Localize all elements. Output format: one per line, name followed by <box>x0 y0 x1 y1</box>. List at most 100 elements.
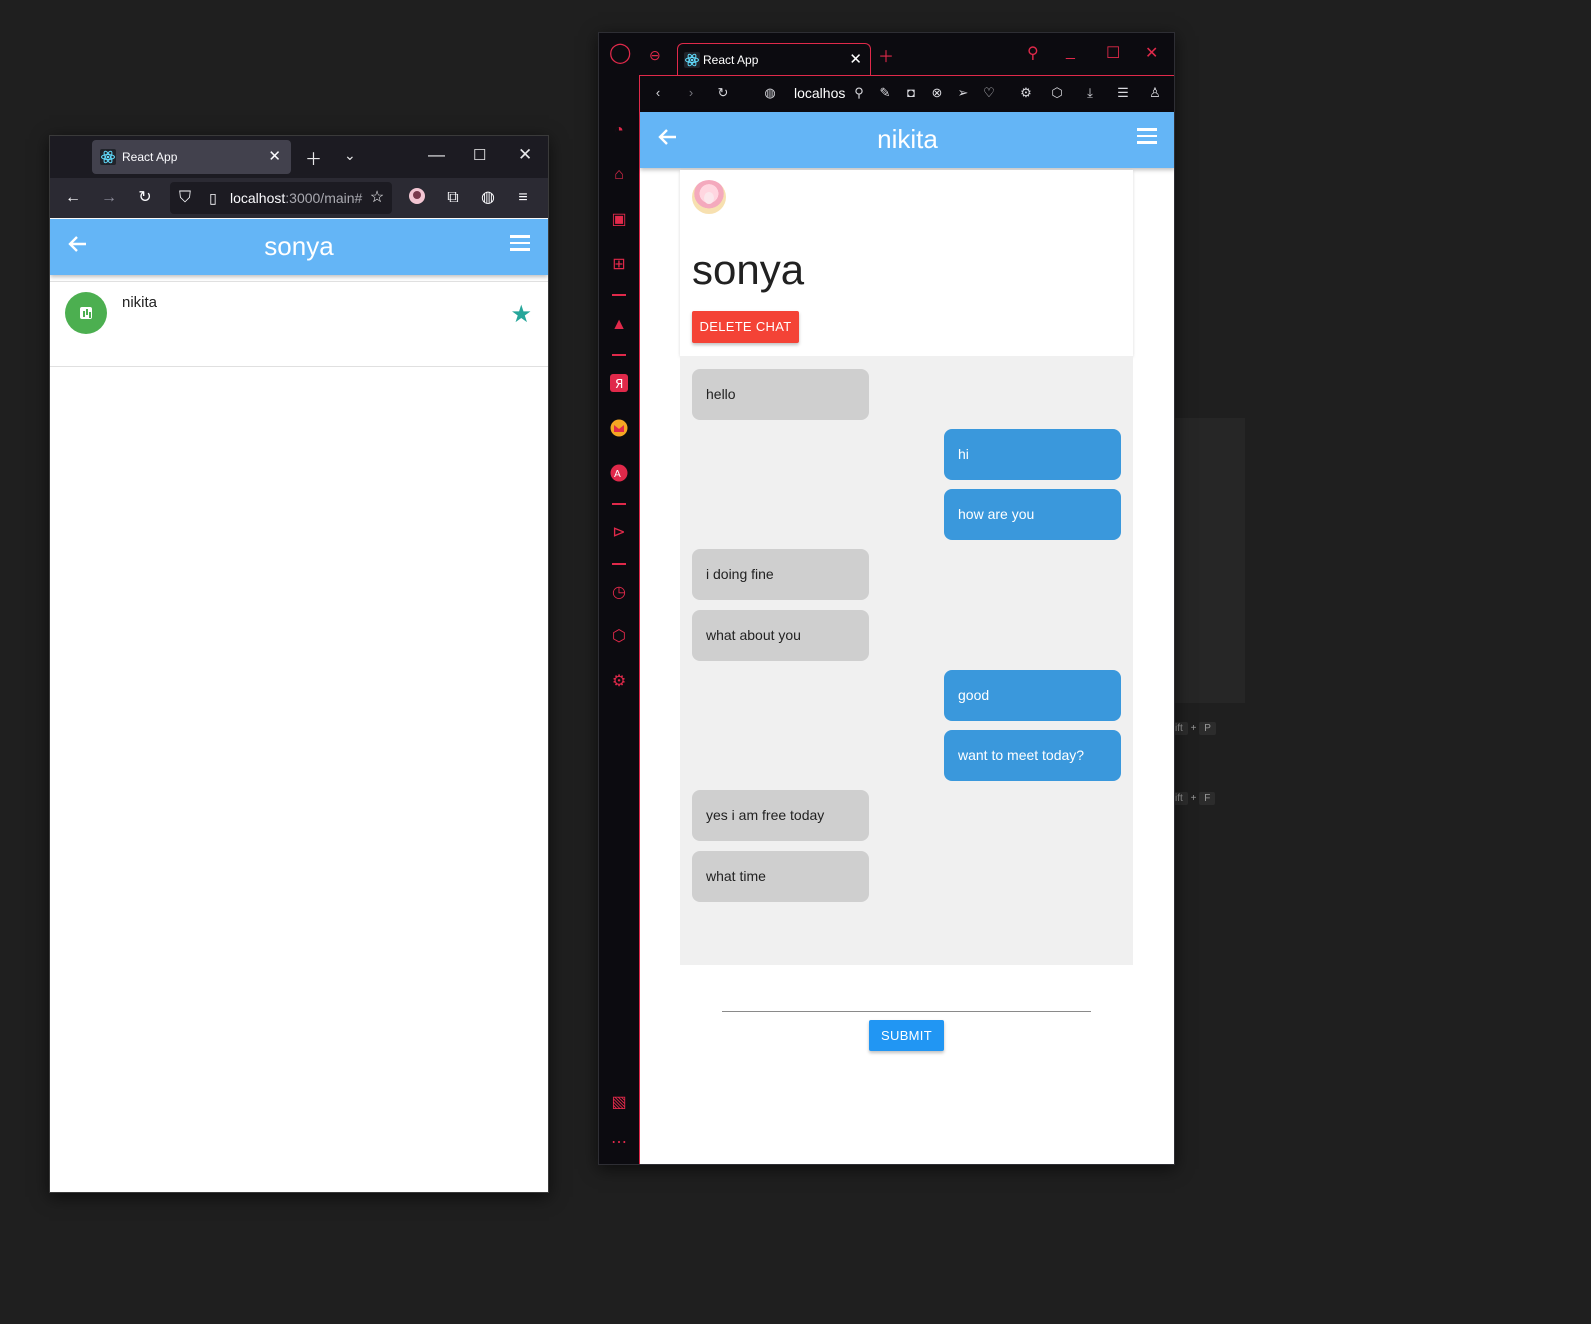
close-tab-icon[interactable]: ✕ <box>268 147 281 165</box>
zoom-icon[interactable]: ⚲ <box>850 84 868 102</box>
reload-icon[interactable]: ↻ <box>714 84 732 102</box>
url-bar[interactable]: ⛉ ▯ localhost:3000/main# ☆ <box>170 182 392 214</box>
contact-name: nikita <box>122 294 158 311</box>
menu-icon[interactable] <box>1137 128 1157 144</box>
gx-game-icon[interactable]: ⊖ <box>649 47 661 64</box>
react-icon <box>684 52 700 68</box>
forward-icon[interactable]: › <box>682 84 700 102</box>
translate-icon[interactable]: A <box>609 464 629 484</box>
speed-dial-icon[interactable]: ◔ <box>609 121 629 141</box>
hamburger-menu-icon[interactable]: ≡ <box>512 187 534 209</box>
star-bookmark-icon[interactable]: ☆ <box>366 187 388 209</box>
new-tab-icon[interactable]: ＋ <box>305 145 322 170</box>
close-tab-icon[interactable]: ✕ <box>849 50 862 68</box>
camera-icon[interactable]: ◘ <box>902 84 920 102</box>
opera-tab[interactable]: React App ✕ <box>677 43 871 76</box>
maximize-icon[interactable]: ☐ <box>473 146 486 164</box>
history-clock-icon[interactable]: ◷ <box>609 583 629 603</box>
new-tab-icon[interactable]: ＋ <box>878 43 894 67</box>
opera-logo-icon[interactable]: ◯ <box>609 43 631 63</box>
sidebar-divider <box>612 294 626 296</box>
vpn-icon[interactable]: ⚙ <box>1017 84 1035 102</box>
firefox-tab[interactable]: React App ✕ <box>92 140 291 174</box>
profile-avatar-icon[interactable] <box>406 187 428 209</box>
player-icon[interactable]: ⊳ <box>609 523 629 543</box>
menu-icon[interactable] <box>510 235 530 251</box>
chat-user-name: sonya <box>692 246 805 293</box>
firefox-titlebar: React App ✕ ＋ ⌄ — ☐ ✕ <box>50 136 548 178</box>
cube-icon[interactable]: ⬡ <box>609 627 629 647</box>
contact-list-item[interactable]: nikita ★ <box>50 281 548 367</box>
sidebar-divider <box>612 563 626 565</box>
avatar <box>692 180 726 214</box>
close-window-icon[interactable]: ✕ <box>518 145 532 165</box>
message-outgoing: hi <box>944 429 1121 480</box>
twitch-icon[interactable]: ▣ <box>609 210 629 230</box>
message-list: hello hi how are you i doing fine what a… <box>680 356 1133 965</box>
page-icon: ▯ <box>209 190 217 206</box>
favorite-star-icon[interactable]: ★ <box>510 300 532 329</box>
heart-icon[interactable]: ♡ <box>980 84 998 102</box>
message-incoming: i doing fine <box>692 549 869 600</box>
svg-text:Я: Я <box>615 377 623 391</box>
globe-icon[interactable]: ◍ <box>761 84 779 102</box>
yandex-icon[interactable]: Я <box>609 374 629 394</box>
firefox-toolbar: ← → ↻ ⛉ ▯ localhost:3000/main# ☆ ⧉ ◍ ≡ <box>50 178 548 218</box>
shopping-icon[interactable]: ⌂ <box>609 165 629 185</box>
easy-setup-icon[interactable]: ☰ <box>1114 84 1132 102</box>
back-icon[interactable]: ← <box>62 187 84 209</box>
url-text: localhost:3000/main# <box>230 190 363 206</box>
forward-icon[interactable]: → <box>98 187 120 209</box>
url-text[interactable]: localhos <box>794 85 845 101</box>
adblock-icon[interactable]: ⊗ <box>928 84 946 102</box>
send-icon[interactable]: ➢ <box>954 84 972 102</box>
delete-chat-button[interactable]: DELETE CHAT <box>692 311 799 343</box>
extensions-icon[interactable]: ⧉ <box>442 187 464 209</box>
shortcut-hint-2: ift + F <box>1170 792 1216 805</box>
chart-icon <box>80 307 92 319</box>
sidebar-divider <box>612 354 626 356</box>
settings-gear-icon[interactable]: ⚙ <box>609 672 629 692</box>
submit-button[interactable]: SUBMIT <box>869 1020 944 1051</box>
sidebar-divider <box>612 503 626 505</box>
react-icon <box>100 149 116 165</box>
svg-text:A: A <box>614 469 621 480</box>
avatar <box>65 292 107 334</box>
app-title: nikita <box>877 124 938 154</box>
search-icon[interactable]: ⚲ <box>1027 43 1039 63</box>
maximize-icon[interactable]: ☐ <box>1106 43 1120 63</box>
gallery-icon[interactable]: ▧ <box>609 1093 629 1113</box>
minimize-icon[interactable]: _ <box>1066 43 1075 61</box>
reload-icon[interactable]: ↻ <box>134 187 156 209</box>
chevron-down-icon[interactable]: ⌄ <box>344 147 356 164</box>
more-icon[interactable]: ⋯ <box>609 1133 629 1153</box>
chat-header-card: sonya DELETE CHAT <box>680 170 1133 356</box>
message-incoming: yes i am free today <box>692 790 869 841</box>
message-incoming: what about you <box>692 610 869 661</box>
firefox-window: React App ✕ ＋ ⌄ — ☐ ✕ ← → ↻ ⛉ ▯ localhos… <box>49 135 549 1193</box>
extensions-cube-icon[interactable]: ⬡ <box>1048 84 1066 102</box>
message-outgoing: want to meet today? <box>944 730 1121 781</box>
close-window-icon[interactable]: ✕ <box>1145 43 1158 63</box>
message-incoming: what time <box>692 851 869 902</box>
globe-icon[interactable]: ◍ <box>477 187 499 209</box>
mail-icon[interactable] <box>609 419 629 439</box>
shortcut-hint-1: ift + P <box>1170 722 1216 735</box>
tab-title: React App <box>703 53 759 67</box>
edit-icon[interactable]: ✎ <box>876 84 894 102</box>
opera-page: nikita sonya DELETE CHAT hello hi how ar… <box>639 112 1174 1164</box>
back-icon[interactable]: ‹ <box>649 84 667 102</box>
message-outgoing: good <box>944 670 1121 721</box>
opera-sidebar: ◯ ◔ ⌂ ▣ ⊞ ▲ Я A ⊳ ◷ ⬡ ⚙ ▧ ⋯ <box>599 33 639 1164</box>
shield-icon[interactable]: ⛉ <box>174 187 196 209</box>
opera-window: ◯ ◔ ⌂ ▣ ⊞ ▲ Я A ⊳ ◷ ⬡ ⚙ ▧ ⋯ ⊖ React App … <box>598 32 1175 1165</box>
aria-icon[interactable]: ▲ <box>609 315 629 335</box>
account-icon[interactable]: ♙ <box>1146 84 1164 102</box>
download-icon[interactable]: ⤓ <box>1081 84 1099 102</box>
message-incoming: hello <box>692 369 869 420</box>
minimize-icon[interactable]: — <box>428 145 445 165</box>
tab-title: React App <box>122 150 178 164</box>
message-input[interactable] <box>722 1011 1091 1012</box>
opera-toolbar: ‹ › ↻ ◍ localhos ⚲ ✎ ◘ ⊗ ➢ ♡ ⚙ ⬡ ⤓ ☰ ♙ <box>639 75 1174 112</box>
chip-icon[interactable]: ⊞ <box>609 255 629 275</box>
